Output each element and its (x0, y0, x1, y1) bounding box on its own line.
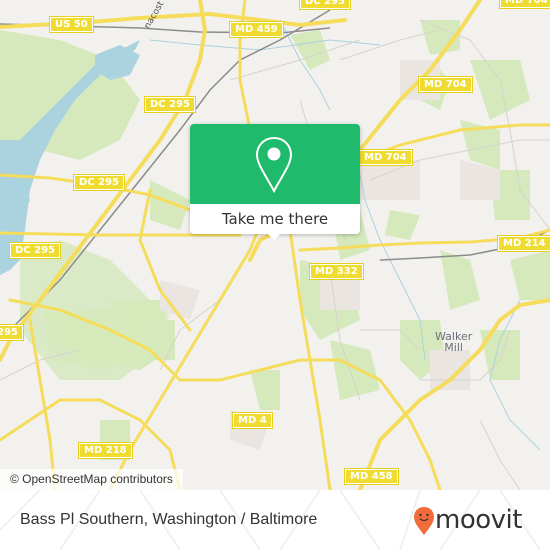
road-label-dc295-upper: DC 295 (144, 96, 196, 113)
road-label-dc295-mid: DC 295 (73, 174, 125, 191)
footer-bar: Bass Pl Southern, Washington / Baltimore… (0, 490, 550, 550)
map-tiles (0, 0, 550, 490)
road-label-md704-top: MD 704 (499, 0, 550, 9)
road-label-md458: MD 458 (344, 468, 399, 485)
popup-pointer (266, 232, 282, 240)
road-label-us50: US 50 (49, 16, 94, 33)
road-label-md332: MD 332 (309, 263, 364, 280)
road-label-md218: MD 218 (78, 442, 133, 459)
place-label-walker-mill: Walker Mill (435, 331, 472, 353)
road-label-md4: MD 4 (232, 412, 273, 429)
take-me-there-button[interactable]: Take me there (190, 204, 360, 234)
destination-popup[interactable]: Take me there (190, 124, 360, 240)
road-label-md704-mid: MD 704 (418, 76, 473, 93)
road-label-md459: MD 459 (229, 21, 284, 38)
road-label-md214: MD 214 (497, 235, 550, 252)
road-label-i295: 295 (0, 324, 24, 341)
road-label-md704-lower: MD 704 (358, 149, 413, 166)
moovit-pin-icon (414, 507, 434, 535)
place-label-line: Mill (444, 341, 463, 354)
map-attribution[interactable]: © OpenStreetMap contributors (0, 469, 183, 490)
map-pin-icon (255, 136, 293, 194)
map-view[interactable]: US 50 MD 459 MD 704 MD 704 MD 704 DC 295… (0, 0, 550, 490)
road-label-dc295-left: DC 295 (9, 242, 61, 259)
location-title: Bass Pl Southern, Washington / Baltimore (20, 511, 318, 528)
road-label-dc295-top: DC 295 (299, 0, 351, 10)
popup-header[interactable] (190, 124, 360, 204)
moovit-wordmark: moovit (435, 505, 522, 535)
